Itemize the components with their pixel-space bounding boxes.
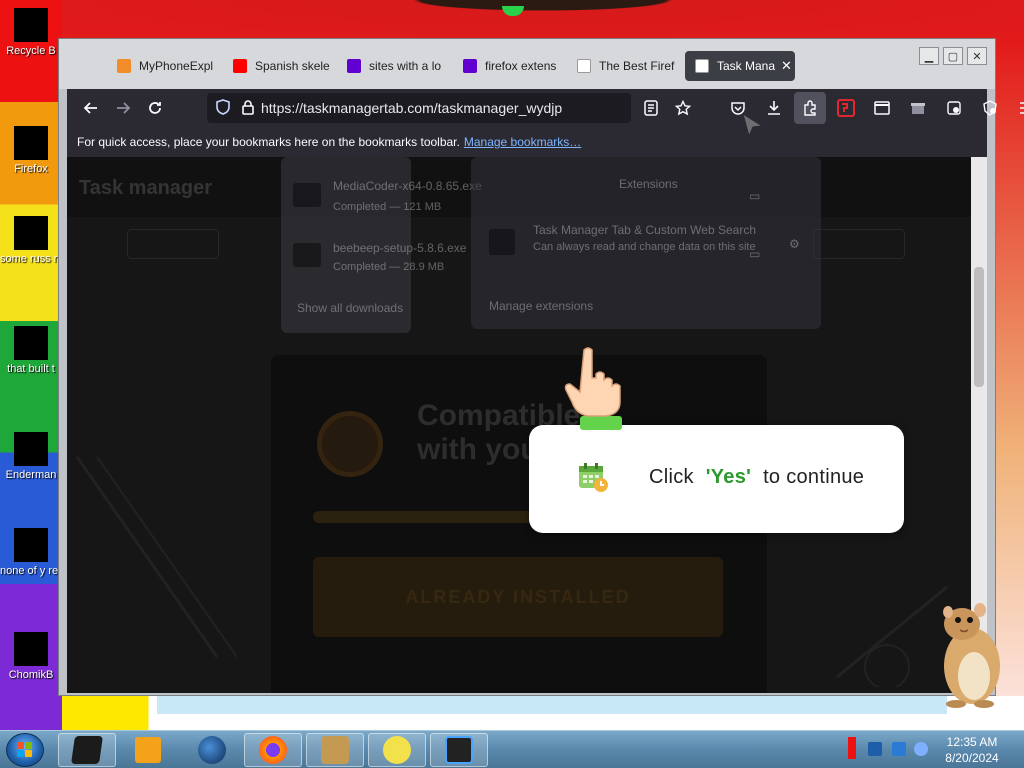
tab-label: The Best Firef bbox=[599, 59, 675, 73]
taskbar-app-beebeep[interactable] bbox=[368, 733, 426, 767]
desktop-background-bottom bbox=[62, 696, 1024, 730]
taskbar-app-chomikbox[interactable] bbox=[306, 733, 364, 767]
close-window-button[interactable]: ✕ bbox=[967, 47, 987, 65]
tray-network-icon[interactable] bbox=[868, 742, 882, 756]
reload-button[interactable] bbox=[139, 92, 171, 124]
yes-instruction-popup: Click 'Yes' to continue bbox=[529, 425, 904, 533]
desktop-icon[interactable]: ChomikB bbox=[0, 632, 62, 682]
calendar-clock-icon bbox=[579, 463, 608, 492]
desktop-icon[interactable]: none of y retards kn bbox=[0, 528, 62, 578]
tab-strip: MyPhoneExpl Spanish skele sites with a lo f… bbox=[59, 39, 995, 89]
popup-suffix: to continue bbox=[763, 466, 865, 488]
popup-message: Click 'Yes' to continue bbox=[649, 466, 864, 489]
desktop-icon-label: some russ ran a re bbox=[0, 253, 62, 265]
tab-label: Spanish skele bbox=[255, 59, 330, 73]
mouse-cursor-icon bbox=[742, 112, 764, 138]
desktop-icon-image bbox=[14, 432, 48, 466]
diamond-icon bbox=[117, 59, 131, 73]
url-text[interactable]: https://taskmanagertab.com/taskmanager_w… bbox=[261, 100, 562, 116]
hamster-image bbox=[943, 603, 1000, 708]
browser-tab[interactable]: firefox extens bbox=[453, 51, 565, 81]
desktop-icon-label: Enderman bbox=[5, 469, 57, 481]
popup-yes-text: 'Yes' bbox=[705, 466, 752, 488]
desktop-icon-image bbox=[14, 8, 48, 42]
firefox-window: MyPhoneExpl Spanish skele sites with a lo f… bbox=[58, 38, 1024, 696]
youtube-icon bbox=[233, 59, 247, 73]
back-button[interactable] bbox=[75, 92, 107, 124]
tab-label: MyPhoneExpl bbox=[139, 59, 214, 73]
gift-extension-icon[interactable] bbox=[902, 92, 934, 124]
popup-prefix: Click bbox=[649, 466, 694, 488]
system-clock[interactable]: 12:35 AM 8/20/2024 bbox=[930, 734, 1014, 766]
taskbar-app-window[interactable] bbox=[430, 733, 488, 767]
clock-date: 8/20/2024 bbox=[945, 751, 999, 765]
desktop-icon-label: none of y retards kn bbox=[0, 565, 62, 577]
bookmark-star-icon[interactable] bbox=[667, 92, 699, 124]
desktop-icon-image bbox=[14, 126, 48, 160]
yahoo-icon bbox=[463, 59, 477, 73]
desktop-icon-label: Firefox bbox=[14, 163, 48, 175]
clock-time: 12:35 AM bbox=[946, 735, 998, 749]
browser-tab[interactable]: Task Mana ✕ bbox=[685, 51, 795, 81]
forward-button[interactable] bbox=[107, 92, 139, 124]
desktop-icon[interactable]: Firefox bbox=[0, 126, 62, 176]
taskbar-app-globe[interactable] bbox=[194, 735, 230, 765]
reader-view-icon[interactable] bbox=[635, 92, 667, 124]
desktop-icon-image bbox=[14, 326, 48, 360]
desktop-icon-label: ChomikB bbox=[8, 669, 54, 681]
desktop-icon[interactable]: Recycle B bbox=[0, 8, 62, 58]
desktop-icon-label: Recycle B bbox=[6, 45, 56, 57]
taskbar-app-firefox[interactable] bbox=[244, 733, 302, 767]
window-extension-icon[interactable] bbox=[866, 92, 898, 124]
bookmarks-toolbar: For quick access, place your bookmarks h… bbox=[67, 127, 987, 157]
tray-monitor-icon[interactable] bbox=[892, 742, 906, 756]
yahoo-icon bbox=[347, 59, 361, 73]
windows-logo-icon bbox=[17, 742, 32, 757]
manage-bookmarks-link[interactable]: Manage bookmarks… bbox=[464, 135, 581, 149]
pointing-hand-icon bbox=[564, 347, 622, 430]
browser-tab[interactable]: The Best Firef bbox=[567, 51, 679, 81]
close-tab-icon[interactable]: ✕ bbox=[781, 58, 792, 74]
forward-arrow-icon bbox=[117, 102, 131, 114]
back-arrow-icon bbox=[83, 102, 97, 114]
navigation-toolbar: https://taskmanagertab.com/taskmanager_w… bbox=[67, 89, 1024, 127]
extensions-puzzle-icon[interactable] bbox=[794, 92, 826, 124]
desktop-icon-image bbox=[14, 528, 48, 562]
taskbar: 12:35 AM 8/20/2024 bbox=[0, 730, 1024, 768]
taskbar-app-terminal[interactable] bbox=[58, 733, 116, 767]
tab-label: sites with a lo bbox=[369, 59, 442, 73]
desktop-icon[interactable]: that built t bbox=[0, 326, 62, 376]
lock-icon[interactable] bbox=[241, 99, 255, 118]
desktop-background-top bbox=[62, 0, 1024, 40]
minimize-button[interactable]: ▁ bbox=[919, 47, 939, 65]
desktop-icon-image bbox=[14, 216, 48, 250]
tray-volume-icon[interactable] bbox=[914, 742, 928, 756]
browser-tab[interactable]: MyPhoneExpl bbox=[107, 51, 219, 81]
bookmarks-toolbar-text: For quick access, place your bookmarks h… bbox=[77, 135, 460, 149]
start-button[interactable] bbox=[6, 733, 44, 767]
address-bar[interactable]: https://taskmanagertab.com/taskmanager_w… bbox=[207, 93, 631, 123]
scrollbar-thumb[interactable] bbox=[974, 267, 984, 387]
tab-label: firefox extens bbox=[485, 59, 557, 73]
green-blob-decoration bbox=[502, 6, 524, 16]
page-icon bbox=[577, 59, 591, 73]
tray-red-flag-icon[interactable] bbox=[848, 737, 856, 759]
shield-icon[interactable] bbox=[215, 98, 231, 118]
hamburger-menu-icon[interactable] bbox=[1010, 92, 1024, 124]
browser-tab[interactable]: sites with a lo bbox=[337, 51, 449, 81]
browser-tab[interactable]: Spanish skele bbox=[223, 51, 335, 81]
tab-label: Task Mana bbox=[717, 59, 776, 73]
reload-icon bbox=[149, 102, 161, 114]
desktop-icon-image bbox=[14, 632, 48, 666]
camera-extension-icon[interactable] bbox=[938, 92, 970, 124]
shield-extension-icon[interactable] bbox=[974, 92, 1006, 124]
red-extension-icon[interactable] bbox=[830, 92, 862, 124]
taskbar-app-media-player[interactable] bbox=[130, 735, 166, 765]
desktop-icon-label: that built t bbox=[7, 363, 55, 375]
maximize-button[interactable]: ▢ bbox=[943, 47, 963, 65]
desktop-icon[interactable]: Enderman bbox=[0, 432, 62, 482]
desktop-icon[interactable]: some russ ran a re bbox=[0, 216, 62, 266]
taskmanager-icon bbox=[695, 59, 709, 73]
